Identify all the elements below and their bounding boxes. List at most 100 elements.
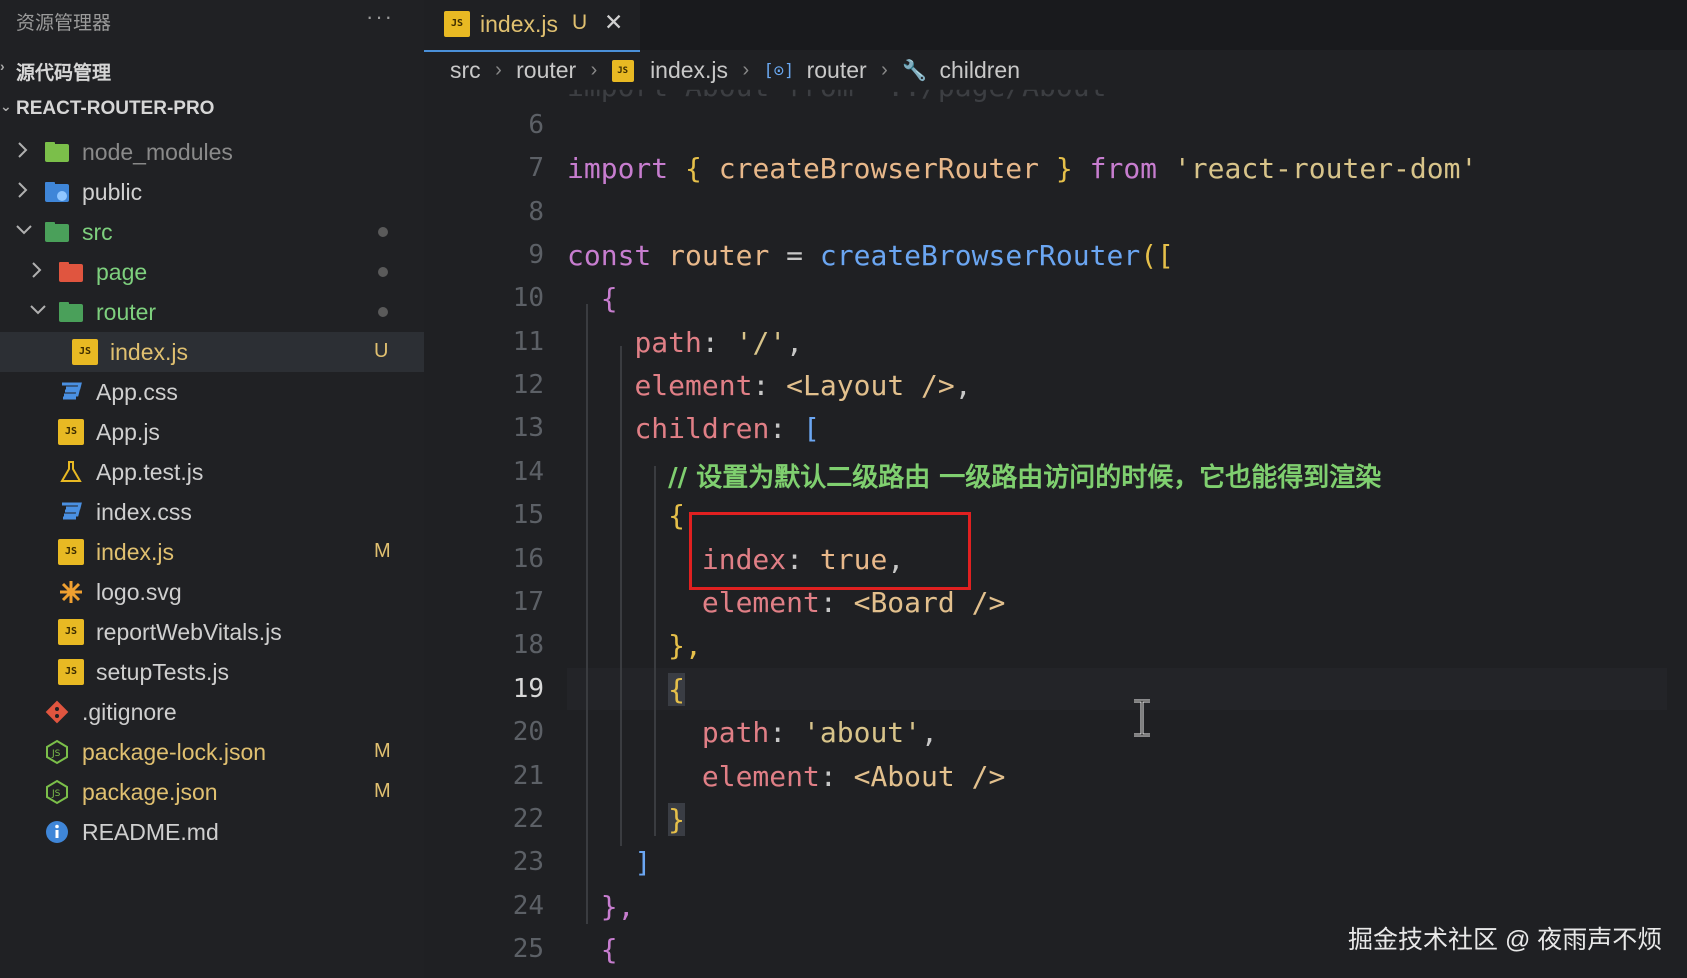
line-number: 10: [512, 283, 544, 313]
tree-item-app-test-js[interactable]: App.test.js: [0, 452, 424, 492]
flask-test-icon: [58, 459, 84, 485]
tree-item-label: setupTests.js: [96, 659, 229, 685]
tree-item-index-css[interactable]: index.css: [0, 492, 424, 532]
tree-item-label: src: [82, 219, 113, 245]
git-status-badge: M: [374, 740, 391, 762]
javascript-file-icon: JS: [611, 59, 634, 82]
code-line-23: ]: [634, 846, 652, 879]
tree-item-logo-svg[interactable]: logo.svg: [0, 572, 424, 612]
code-line-7: import { createBrowserRouter } from 'rea…: [567, 152, 1478, 185]
source-control-label: 源代码管理: [16, 63, 112, 84]
tree-item-label: App.js: [96, 419, 160, 445]
line-number: 22: [512, 804, 544, 834]
breadcrumb-item[interactable]: children: [939, 57, 1020, 84]
code-line-14-comment: // 设置为默认二级路由 一级路由访问的时候，它也能得到渲染: [668, 463, 1382, 493]
project-section[interactable]: ⌄ REACT-ROUTER-PRO: [0, 92, 424, 128]
tree-item-page[interactable]: page: [0, 252, 424, 292]
modified-dot-icon: [378, 267, 388, 277]
javascript-file-icon: JS: [444, 11, 470, 37]
code-line-12: element: <Layout />,: [634, 369, 972, 402]
tree-item-package-json[interactable]: JS package.json M: [0, 772, 424, 812]
line-number: 7: [528, 153, 544, 183]
git-status-badge: M: [374, 540, 391, 562]
tree-item-router[interactable]: router: [0, 292, 424, 332]
chevron-right-icon: [14, 180, 30, 200]
tree-item-app-js[interactable]: JS App.js: [0, 412, 424, 452]
info-icon: [44, 819, 70, 845]
css-file-icon: [58, 499, 84, 525]
tab-index-js[interactable]: JS index.js U ✕: [424, 0, 640, 52]
tree-item-src[interactable]: src: [0, 212, 424, 252]
breadcrumb: src › router › JS index.js › [⊙] router …: [450, 56, 1020, 86]
tree-item-app-css[interactable]: App.css: [0, 372, 424, 412]
tree-item-package-lock[interactable]: JS package-lock.json M: [0, 732, 424, 772]
css-file-icon: [58, 379, 84, 405]
svg-text:JS: JS: [51, 789, 61, 799]
code-line-13: children: [: [634, 412, 820, 445]
breadcrumb-item[interactable]: router: [807, 57, 867, 84]
tree-item-gitignore[interactable]: .gitignore: [0, 692, 424, 732]
close-icon[interactable]: ✕: [604, 9, 623, 36]
code-line-17: element: <Board />: [701, 586, 1006, 619]
breadcrumb-item[interactable]: src: [450, 57, 481, 84]
watermark-text: 掘金技术社区 @ 夜雨声不烦: [1348, 926, 1663, 954]
line-number: 21: [512, 761, 544, 791]
code-line-20: path: 'about',: [701, 716, 938, 749]
chevron-down-icon: [28, 300, 46, 320]
more-actions-icon[interactable]: ···: [366, 4, 394, 30]
tree-item-report-web-vitals[interactable]: JS reportWebVitals.js: [0, 612, 424, 652]
folder-page-icon: [58, 259, 84, 285]
folder-node-icon: [44, 139, 70, 165]
nodejs-icon: JS: [44, 739, 70, 765]
git-status-badge: M: [374, 780, 391, 802]
tree-item-label: App.test.js: [96, 459, 204, 485]
code-line-22: }: [668, 803, 686, 836]
line-number: 14: [512, 457, 544, 487]
git-icon: [44, 699, 70, 725]
line-number: 11: [512, 327, 544, 357]
code-line-9: const router = createBrowserRouter([: [567, 239, 1174, 272]
line-number: 24: [512, 891, 544, 921]
line-number: 17: [512, 587, 544, 617]
tree-item-readme[interactable]: README.md: [0, 812, 424, 852]
tree-item-label: logo.svg: [96, 579, 182, 605]
git-status-badge: U: [374, 340, 389, 362]
javascript-file-icon: JS: [58, 619, 84, 645]
line-number-active: 19: [512, 674, 544, 704]
chevron-right-icon: ›: [742, 59, 750, 82]
text-cursor-icon: [1130, 698, 1154, 743]
javascript-file-icon: JS: [58, 659, 84, 685]
javascript-file-icon: JS: [58, 419, 84, 445]
code-line-24: },: [600, 890, 635, 923]
javascript-file-icon: JS: [72, 339, 98, 365]
svg-file-icon: [58, 579, 84, 605]
breadcrumb-item[interactable]: index.js: [650, 57, 728, 84]
tree-item-label: index.js: [96, 539, 174, 565]
tree-item-label: index.js: [110, 339, 188, 365]
chevron-right-icon: [28, 260, 44, 280]
line-number: 13: [512, 413, 544, 443]
tree-item-label: App.css: [96, 379, 178, 405]
tree-item-public[interactable]: public: [0, 172, 424, 212]
line-number: 20: [512, 717, 544, 747]
source-control-section[interactable]: › 源代码管理: [0, 52, 424, 88]
code-line-18: },: [668, 629, 702, 662]
tab-label: index.js: [480, 11, 558, 37]
tree-item-index-js[interactable]: JS index.js M: [0, 532, 424, 572]
breadcrumb-item[interactable]: router: [516, 57, 576, 84]
annotation-highlight-box: [689, 512, 971, 590]
tree-item-label: page: [96, 259, 148, 285]
line-number: 16: [512, 544, 544, 574]
chevron-down-icon: [14, 220, 32, 240]
javascript-file-icon: JS: [58, 539, 84, 565]
tree-item-setup-tests[interactable]: JS setupTests.js: [0, 652, 424, 692]
tree-item-node-modules[interactable]: node_modules: [0, 132, 424, 172]
modified-dot-icon: [378, 227, 388, 237]
tree-item-label: router: [96, 299, 157, 325]
chevron-right-icon: ›: [0, 58, 5, 74]
code-line-25: {: [600, 933, 618, 966]
tree-item-label: node_modules: [82, 139, 233, 165]
tab-status-badge: U: [572, 11, 588, 34]
tree-item-label: .gitignore: [82, 699, 177, 725]
tree-item-router-index-js[interactable]: JS index.js U: [0, 332, 424, 372]
